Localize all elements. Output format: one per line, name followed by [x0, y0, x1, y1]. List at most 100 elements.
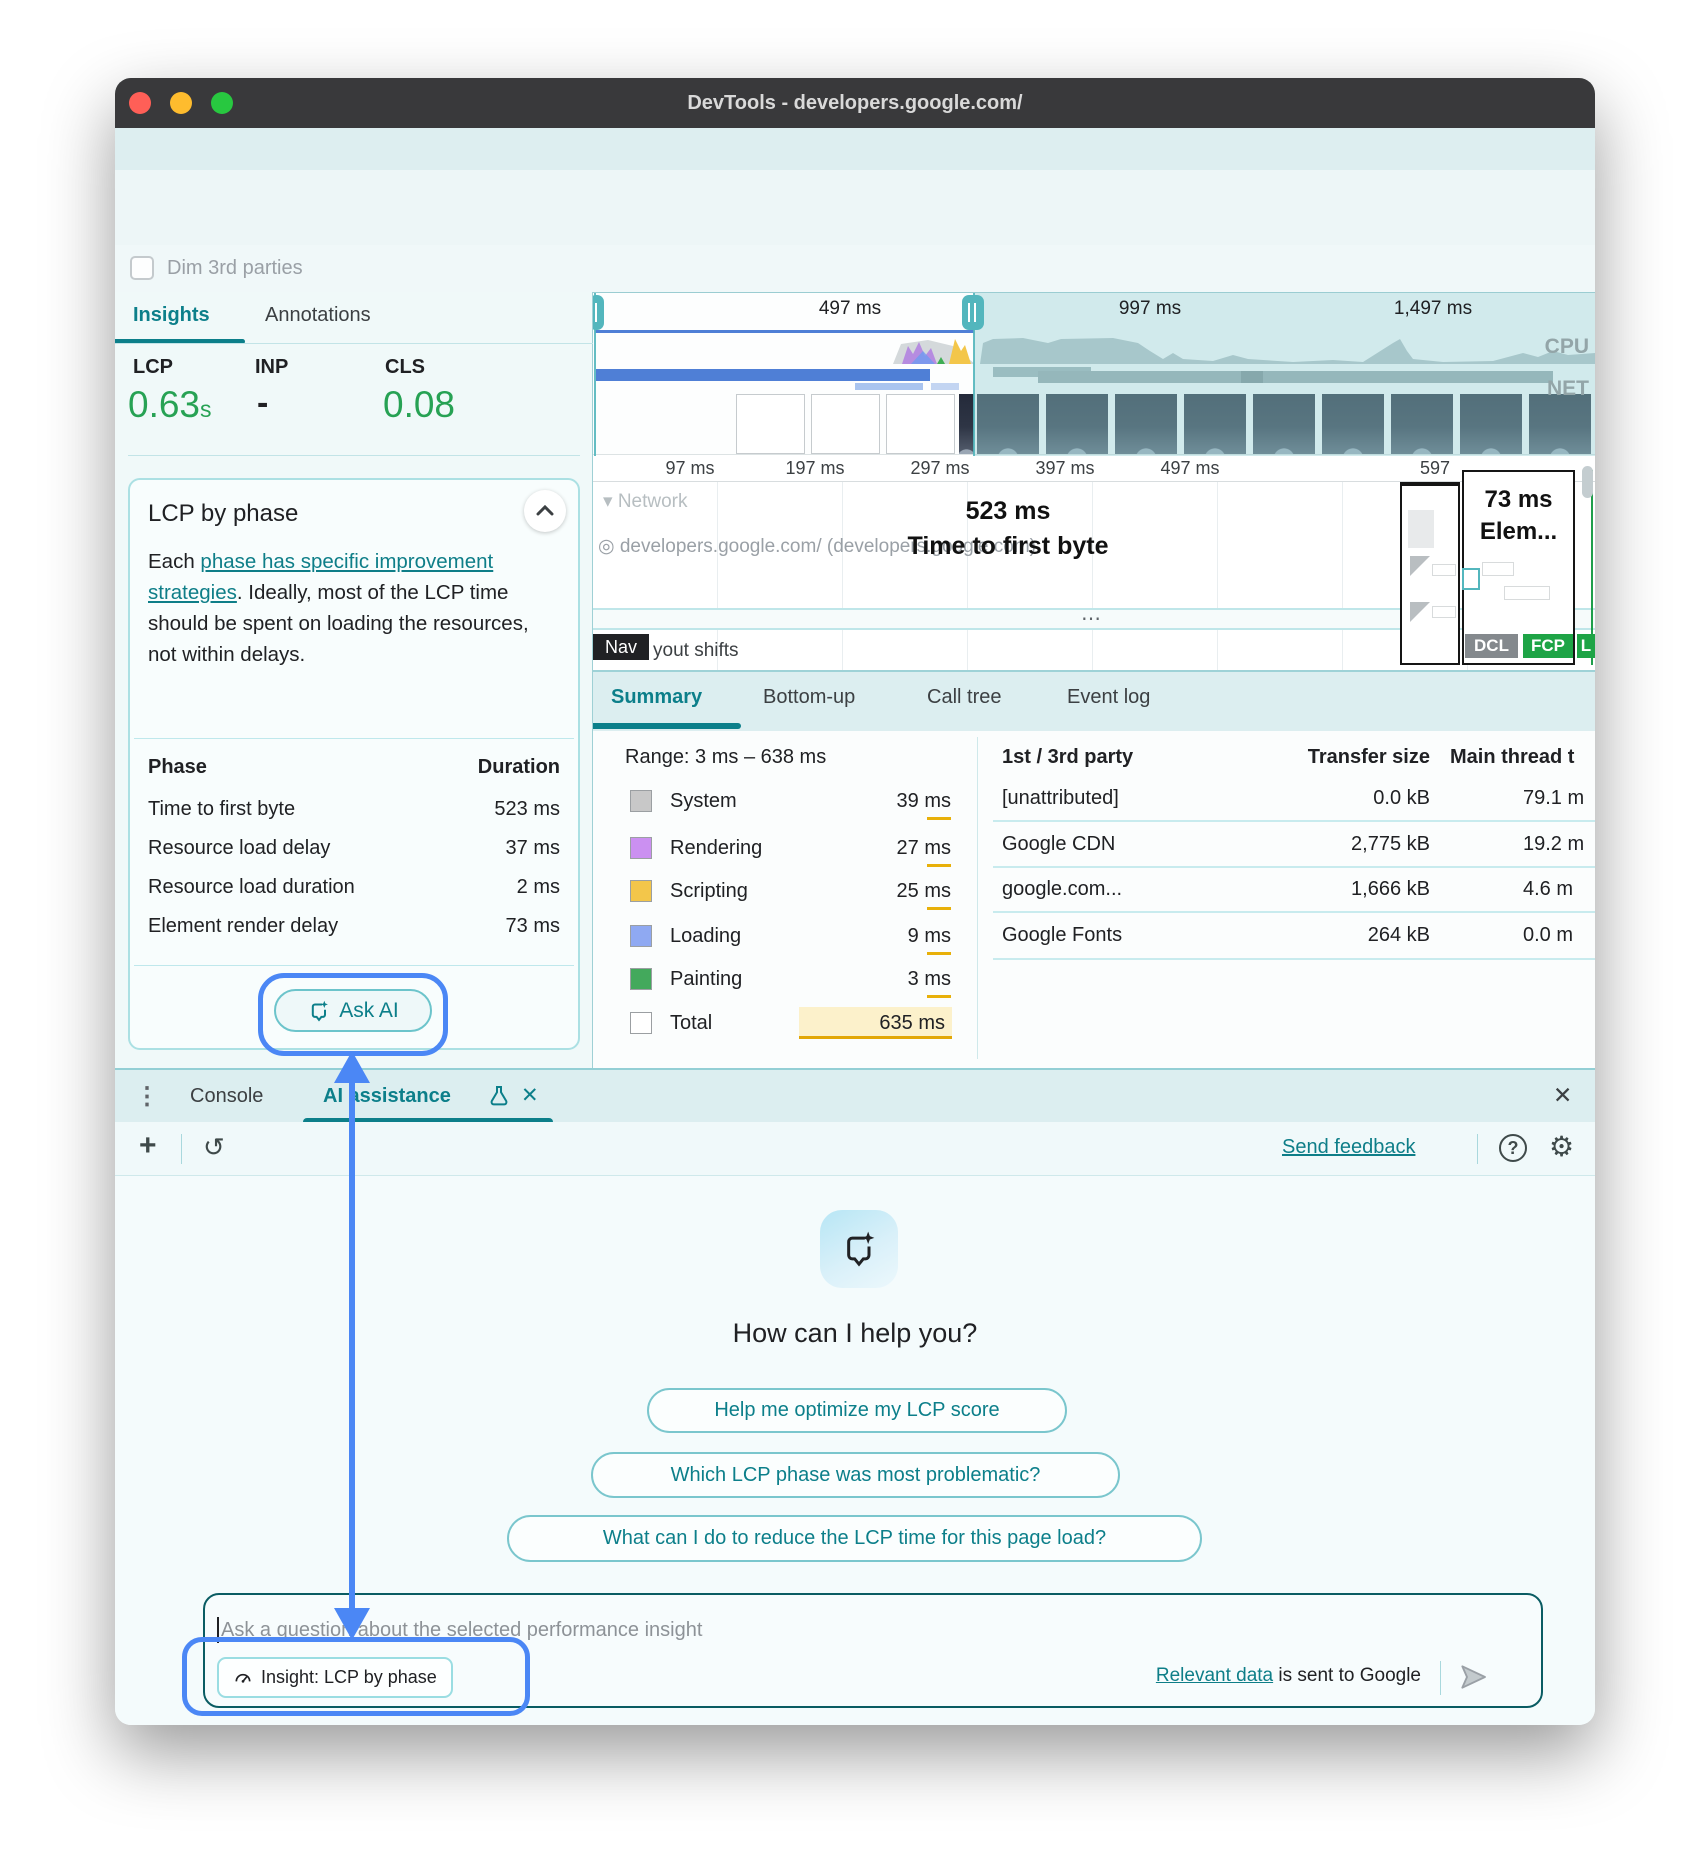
card-description: Each phase has specific improvement stra…	[148, 546, 552, 670]
ai-greeting: How can I help you?	[115, 1318, 1595, 1349]
party-name[interactable]: [unattributed]	[1002, 787, 1119, 810]
legend-swatch	[630, 790, 652, 812]
phase-row-name: Resource load duration	[148, 876, 355, 899]
tab-annotations[interactable]: Annotations	[265, 304, 371, 327]
party-main-thread: 0.0 m	[1523, 924, 1573, 947]
lcp-metric-label: LCP	[133, 356, 173, 379]
collapse-insight-button[interactable]	[524, 490, 566, 532]
selection-handle-right[interactable]	[962, 295, 984, 330]
tab-insights[interactable]: Insights	[133, 304, 210, 327]
insight-chip-label: Insight: LCP by phase	[261, 1667, 437, 1688]
ai-settings-gear-icon[interactable]: ⚙	[1549, 1130, 1574, 1163]
main-tab-bar: Elements Console Sources Network Perform…	[115, 128, 1595, 171]
overview-time-label: 997 ms	[1110, 298, 1190, 320]
filmstrip-frame[interactable]	[811, 394, 880, 454]
resizer-dots: ⋯	[1081, 606, 1101, 631]
experiment-flask-icon	[487, 1084, 511, 1108]
ai-help-icon[interactable]: ?	[1499, 1134, 1527, 1162]
filmstrip-frame[interactable]	[886, 394, 955, 454]
filmstrip-frame[interactable]	[736, 394, 805, 454]
timeline-overview[interactable]: 497 ms 997 ms 1,497 ms CPU NET	[593, 292, 1595, 455]
ask-ai-label: Ask AI	[339, 999, 399, 1023]
ruler-label: 497 ms	[1150, 458, 1230, 479]
suggestion-chip[interactable]: Help me optimize my LCP score	[647, 1388, 1067, 1433]
network-track-label[interactable]: ▾ Network	[603, 490, 688, 513]
legend-value: 39 ms	[813, 790, 951, 813]
cls-metric-value: 0.08	[383, 384, 455, 426]
ruler-label: 597	[1405, 458, 1465, 479]
close-ai-tab-icon[interactable]: ✕	[521, 1083, 539, 1108]
party-main-thread: 79.1 m	[1523, 787, 1584, 810]
drawer-tab-console[interactable]: Console	[190, 1085, 263, 1108]
flame-zoom-box	[1400, 482, 1460, 665]
net-bar-selected	[596, 369, 930, 381]
ask-ai-button[interactable]: Ask AI	[274, 989, 432, 1032]
ruler-label: 397 ms	[1025, 458, 1105, 479]
card-title: LCP by phase	[148, 500, 298, 528]
new-chat-icon[interactable]: +	[139, 1129, 157, 1163]
overview-time-label: 1,497 ms	[1383, 298, 1483, 320]
suggestion-chip[interactable]: Which LCP phase was most problematic?	[591, 1452, 1120, 1498]
send-icon[interactable]	[1457, 1661, 1489, 1693]
ttfb-value: 523 ms	[843, 497, 1173, 526]
phase-row-name: Element render delay	[148, 915, 338, 938]
ai-assistance-panel: How can I help you? Help me optimize my …	[115, 1176, 1595, 1725]
lcp-metric-value: 0.63s	[128, 384, 212, 426]
performance-gauge-icon	[233, 1668, 253, 1688]
tab-summary[interactable]: Summary	[611, 686, 702, 709]
suggestion-chip[interactable]: What can I do to reduce the LCP time for…	[507, 1515, 1202, 1562]
drawer-tab-ai-assistance[interactable]: AI assistance	[323, 1085, 451, 1108]
selection-handle-left[interactable]	[593, 295, 604, 330]
party-transfer: 1,666 kB	[1233, 878, 1430, 901]
ttfb-label: Time to first byte	[843, 532, 1173, 561]
fcp-marker-chip: FCP	[1523, 634, 1573, 658]
party-main-thread: 19.2 m	[1523, 833, 1584, 856]
party-name[interactable]: Google Fonts	[1002, 924, 1122, 947]
overview-shade	[974, 293, 1595, 456]
timeline-ruler: 97 ms 197 ms 297 ms 397 ms 497 ms 597	[593, 455, 1595, 482]
dim-3rd-parties-checkbox[interactable]	[130, 256, 154, 280]
ruler-label: 97 ms	[650, 458, 730, 479]
phase-row-value: 523 ms	[494, 798, 560, 821]
drawer-menu-icon[interactable]: ⋮	[135, 1082, 159, 1111]
party-transfer: 2,775 kB	[1233, 833, 1430, 856]
tab-event-log[interactable]: Event log	[1067, 686, 1150, 709]
party-header: Transfer size	[1243, 746, 1430, 769]
party-main-thread: 4.6 m	[1523, 878, 1573, 901]
party-name[interactable]: Google CDN	[1002, 833, 1115, 856]
legend-swatch	[630, 1012, 652, 1034]
tab-bottom-up[interactable]: Bottom-up	[763, 686, 855, 709]
party-header: Main thread t	[1450, 746, 1595, 769]
phase-row-name: Time to first byte	[148, 798, 295, 821]
legend-swatch	[630, 837, 652, 859]
legend-name: Rendering	[670, 837, 762, 860]
ai-sparkle-icon	[307, 999, 331, 1023]
scrollbar-thumb[interactable]	[1582, 466, 1593, 498]
party-transfer: 264 kB	[1233, 924, 1430, 947]
legend-swatch	[630, 968, 652, 990]
insight-context-chip[interactable]: Insight: LCP by phase	[217, 1657, 453, 1698]
annotation-arrow-head-down	[334, 1608, 370, 1640]
party-name[interactable]: google.com...	[1002, 878, 1122, 901]
dim-3rd-parties-label: Dim 3rd parties	[167, 257, 303, 280]
legend-name: Loading	[670, 925, 741, 948]
relevant-data-link[interactable]: Relevant data	[1156, 1665, 1273, 1686]
legend-name: Total	[670, 1012, 712, 1035]
legend-swatch	[630, 880, 652, 902]
history-icon[interactable]: ↺	[203, 1132, 225, 1163]
cls-metric-label: CLS	[385, 356, 425, 379]
legend-name: Scripting	[670, 880, 748, 903]
party-header: 1st / 3rd party	[1002, 746, 1133, 769]
timeline-tracks[interactable]: ▾ Network ◎ developers.google.com/ (deve…	[593, 482, 1595, 670]
timeline-area: 497 ms 997 ms 1,497 ms CPU NET 97 ms 197…	[593, 292, 1595, 1068]
annotation-arrow-head-up	[334, 1051, 370, 1083]
suggestion-label: Which LCP phase was most problematic?	[671, 1464, 1041, 1487]
send-feedback-link[interactable]: Send feedback	[1282, 1136, 1415, 1159]
insights-panel: Insights Annotations LCP INP CLS 0.63s -…	[115, 292, 593, 1068]
cpu-track-label: CPU	[1545, 335, 1589, 359]
summary-tab-underline	[593, 723, 741, 729]
tab-call-tree[interactable]: Call tree	[927, 686, 1001, 709]
inp-metric-label: INP	[255, 356, 288, 379]
close-drawer-icon[interactable]: ✕	[1553, 1082, 1572, 1109]
ai-assistance-logo	[820, 1210, 898, 1288]
